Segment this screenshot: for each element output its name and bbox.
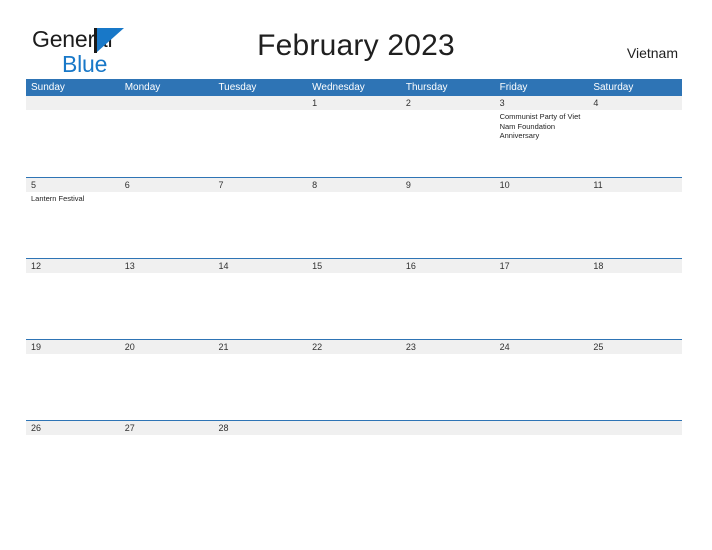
calendar-day-cell[interactable]: 15 xyxy=(307,259,401,339)
day-number xyxy=(119,96,214,110)
calendar-day-cell[interactable]: 23 xyxy=(400,340,495,420)
day-events: Lantern Festival xyxy=(26,192,120,204)
page-title: February 2023 xyxy=(257,29,455,62)
weekday-sunday: Sunday xyxy=(31,82,65,93)
calendar-day-cell[interactable]: 4 xyxy=(588,96,683,177)
day-number: 3 xyxy=(494,96,589,110)
day-number: 27 xyxy=(119,421,214,435)
calendar-week-row: 19 20 21 22 23 24 25 xyxy=(26,339,683,420)
calendar-day-cell[interactable]: 11 xyxy=(588,178,683,258)
day-number: 24 xyxy=(494,340,589,354)
calendar-day-cell-empty xyxy=(213,96,308,177)
day-number: 20 xyxy=(119,340,214,354)
calendar-day-cell[interactable]: 5 Lantern Festival xyxy=(26,178,120,258)
calendar-day-cell[interactable]: 7 xyxy=(213,178,308,258)
day-number: 16 xyxy=(400,259,495,273)
day-number: 23 xyxy=(400,340,495,354)
weekday-header-row: Sunday Monday Tuesday Wednesday Thursday… xyxy=(26,79,682,96)
day-number xyxy=(307,421,401,435)
calendar-day-cell[interactable]: 1 xyxy=(307,96,401,177)
day-number: 22 xyxy=(307,340,401,354)
calendar-day-cell-empty xyxy=(307,421,401,501)
calendar-day-cell-empty xyxy=(26,96,120,177)
day-number xyxy=(494,421,589,435)
calendar-day-cell[interactable]: 27 xyxy=(119,421,214,501)
calendar-day-cell-empty xyxy=(119,96,214,177)
calendar-day-cell[interactable]: 26 xyxy=(26,421,120,501)
day-number: 17 xyxy=(494,259,589,273)
calendar-day-cell-empty xyxy=(400,421,495,501)
calendar-week-row: 12 13 14 15 16 17 18 xyxy=(26,258,683,339)
weekday-monday: Monday xyxy=(124,82,161,93)
weekday-wednesday: Wednesday xyxy=(312,82,365,93)
calendar-day-cell[interactable]: 28 xyxy=(213,421,308,501)
calendar-day-cell[interactable]: 20 xyxy=(119,340,214,420)
calendar-day-cell[interactable]: 9 xyxy=(400,178,495,258)
calendar-day-cell[interactable]: 3 Communist Party of Viet Nam Foundation … xyxy=(494,96,589,177)
calendar-day-cell[interactable]: 10 xyxy=(494,178,589,258)
day-number: 13 xyxy=(119,259,214,273)
day-number: 26 xyxy=(26,421,120,435)
weekday-saturday: Saturday xyxy=(593,82,634,93)
calendar-day-cell[interactable]: 16 xyxy=(400,259,495,339)
calendar-day-cell[interactable]: 6 xyxy=(119,178,214,258)
day-number: 15 xyxy=(307,259,401,273)
calendar-grid: Sunday Monday Tuesday Wednesday Thursday… xyxy=(26,79,683,501)
day-number: 12 xyxy=(26,259,120,273)
holiday-event: Lantern Festival xyxy=(31,194,85,203)
calendar-week-row: 1 2 3 Communist Party of Viet Nam Foundatio… xyxy=(26,96,683,177)
calendar-day-cell[interactable]: 8 xyxy=(307,178,401,258)
weekday-friday: Friday xyxy=(499,82,528,93)
calendar-day-cell[interactable]: 2 xyxy=(400,96,495,177)
calendar-day-cell[interactable]: 18 xyxy=(588,259,683,339)
calendar-day-cell[interactable]: 22 xyxy=(307,340,401,420)
day-number: 8 xyxy=(307,178,401,192)
day-number: 19 xyxy=(26,340,120,354)
calendar-day-cell[interactable]: 25 xyxy=(588,340,683,420)
calendar-week-row: 26 27 28 xyxy=(26,420,683,501)
day-number: 5 xyxy=(26,178,120,192)
day-number: 6 xyxy=(119,178,214,192)
day-number xyxy=(588,421,683,435)
day-number xyxy=(213,96,308,110)
country-label: Vietnam xyxy=(626,45,678,61)
calendar-page: General Blue February 2023 Vietnam Sunda… xyxy=(0,0,712,550)
calendar-day-cell-empty xyxy=(494,421,589,501)
day-number: 9 xyxy=(400,178,495,192)
calendar-day-cell[interactable]: 17 xyxy=(494,259,589,339)
calendar-day-cell[interactable]: 19 xyxy=(26,340,120,420)
calendar-day-cell[interactable]: 24 xyxy=(494,340,589,420)
page-header: General Blue February 2023 Vietnam xyxy=(0,0,712,78)
holiday-event: Communist Party of Viet Nam Foundation A… xyxy=(499,112,581,141)
day-number: 28 xyxy=(213,421,308,435)
day-number: 14 xyxy=(213,259,308,273)
day-number: 7 xyxy=(213,178,308,192)
calendar-day-cell[interactable]: 21 xyxy=(213,340,308,420)
day-number xyxy=(26,96,120,110)
calendar-day-cell[interactable]: 13 xyxy=(119,259,214,339)
day-number: 21 xyxy=(213,340,308,354)
day-number xyxy=(400,421,495,435)
calendar-weeks: 1 2 3 Communist Party of Viet Nam Foundatio… xyxy=(26,96,683,501)
day-number: 10 xyxy=(494,178,589,192)
day-number: 2 xyxy=(400,96,495,110)
day-events: Communist Party of Viet Nam Foundation A… xyxy=(495,110,589,141)
day-number: 25 xyxy=(588,340,683,354)
weekday-tuesday: Tuesday xyxy=(218,82,257,93)
day-number: 11 xyxy=(588,178,683,192)
calendar-day-cell[interactable]: 14 xyxy=(213,259,308,339)
calendar-week-row: 5 Lantern Festival 6 7 8 9 10 11 xyxy=(26,177,683,258)
day-number: 1 xyxy=(307,96,401,110)
day-number: 18 xyxy=(588,259,683,273)
calendar-day-cell[interactable]: 12 xyxy=(26,259,120,339)
calendar-day-cell-empty xyxy=(588,421,683,501)
day-number: 4 xyxy=(588,96,683,110)
weekday-thursday: Thursday xyxy=(405,82,448,93)
